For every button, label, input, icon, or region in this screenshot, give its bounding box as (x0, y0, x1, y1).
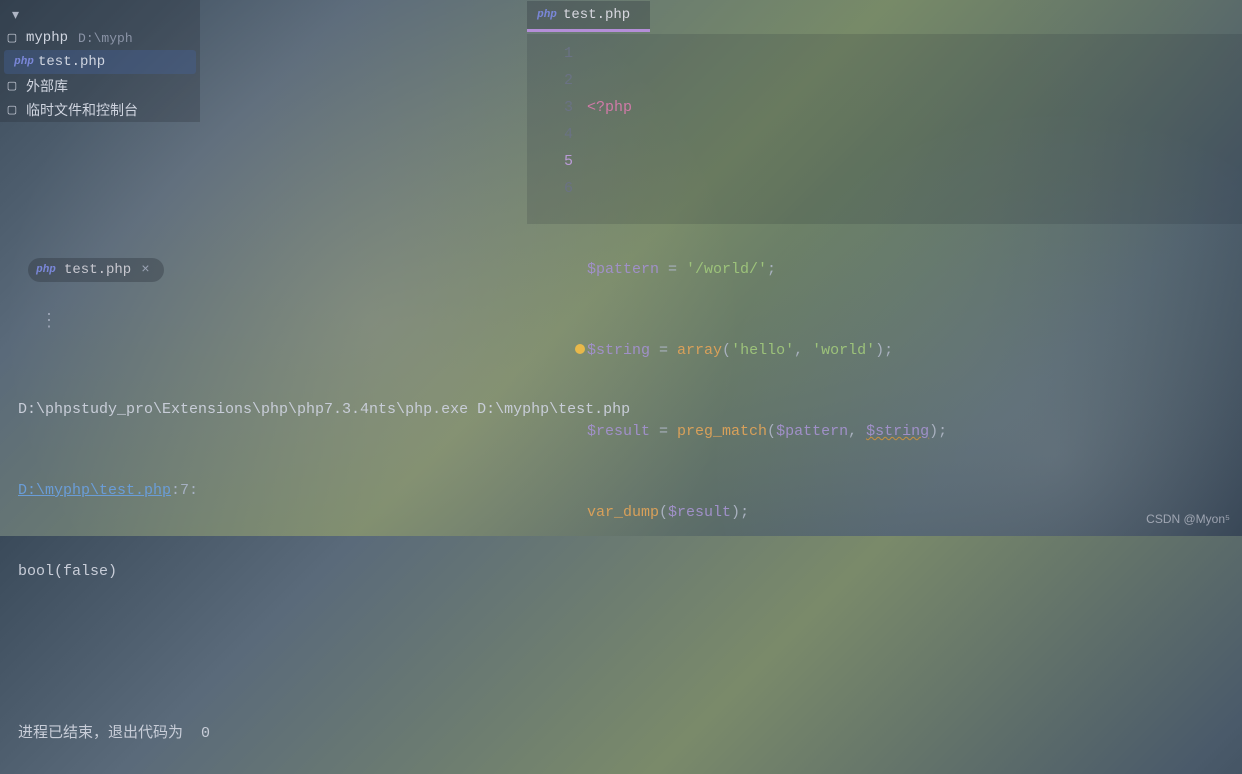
line-number: 2 (527, 67, 573, 94)
tree-file-test-php[interactable]: php test.php (4, 50, 196, 74)
tree-file-label: test.php (38, 54, 105, 70)
terminal-line: D:\phpstudy_pro\Extensions\php\php7.3.4n… (18, 396, 1232, 423)
chevron-down-icon[interactable]: ▾ (0, 4, 200, 26)
project-path: D:\myph (78, 31, 133, 46)
line-number: 3 (527, 94, 573, 121)
tree-scratches[interactable]: ▢ 临时文件和控制台 (0, 98, 200, 122)
project-sidebar: ▾ ▢ myphp D:\myph php test.php ▢ 外部库 ▢ 临… (0, 0, 200, 122)
php-icon: php (539, 7, 555, 23)
editor-gutter: 1 2 3 4 5 6 (527, 34, 587, 224)
editor-tab-label: test.php (563, 7, 630, 23)
tree-external-libs[interactable]: ▢ 外部库 (0, 74, 200, 98)
terminal-line: bool(false) (18, 558, 1232, 585)
line-number: 5 (527, 148, 573, 175)
file-link[interactable]: D:\myphp\test.php (18, 482, 171, 499)
editor-tab-bar: php test.php (527, 0, 650, 32)
line-number: 1 (527, 40, 573, 67)
terminal-line: D:\myphp\test.php:7: (18, 477, 1232, 504)
editor-tab-test-php[interactable]: php test.php (527, 1, 650, 32)
project-root[interactable]: ▢ myphp D:\myph (0, 26, 200, 50)
php-icon: php (16, 54, 32, 70)
project-name: myphp (26, 30, 68, 46)
run-tab-label: test.php (64, 262, 131, 278)
run-tab[interactable]: php test.php × (28, 258, 164, 282)
terminal-line: 进程已结束，退出代码为 0 (18, 720, 1232, 747)
library-icon: ▢ (4, 78, 20, 94)
folder-icon: ▢ (4, 30, 20, 46)
watermark: CSDN @Myon⁵ (1146, 512, 1230, 526)
terminal-line (18, 639, 1232, 666)
terminal-output[interactable]: D:\phpstudy_pro\Extensions\php\php7.3.4n… (18, 342, 1232, 774)
more-icon[interactable]: ⋮ (40, 310, 58, 332)
scratches-label: 临时文件和控制台 (26, 100, 138, 120)
close-icon[interactable]: × (141, 262, 149, 278)
code-line: $pattern = '/world/'; (587, 256, 1242, 283)
external-libs-label: 外部库 (26, 76, 68, 96)
code-line: <?php (587, 94, 1242, 121)
scratch-icon: ▢ (4, 102, 20, 118)
code-area[interactable]: <?php $pattern = '/world/'; $string = ar… (587, 34, 1242, 224)
code-editor[interactable]: 1 2 3 4 5 6 <?php $pattern = '/world/'; … (527, 34, 1242, 224)
php-icon: php (38, 262, 54, 278)
line-number: 6 (527, 175, 573, 202)
line-number: 4 (527, 121, 573, 148)
code-line (587, 175, 1242, 202)
